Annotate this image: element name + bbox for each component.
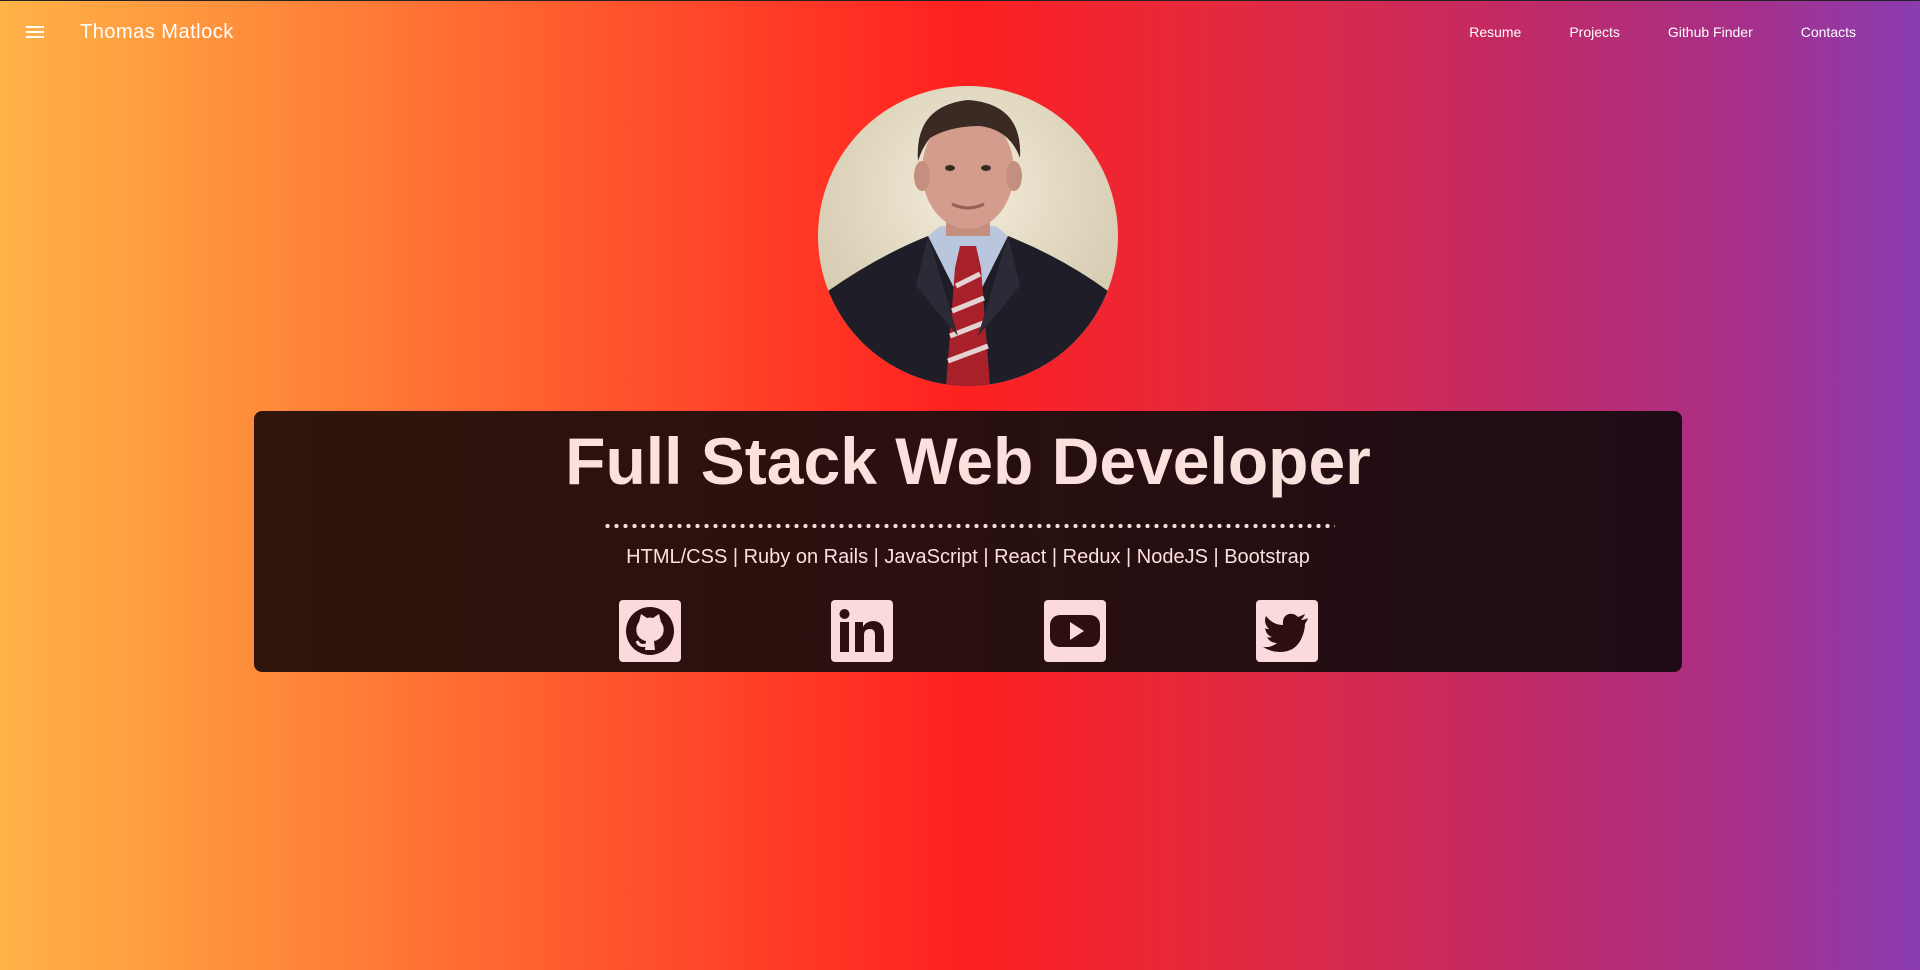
nav-links: Resume Projects Github Finder Contacts: [1421, 24, 1856, 40]
github-icon[interactable]: [619, 600, 681, 662]
linkedin-icon[interactable]: [831, 600, 893, 662]
navbar: Thomas Matlock Resume Projects Github Fi…: [0, 0, 1920, 66]
nav-link-resume[interactable]: Resume: [1469, 24, 1521, 40]
nav-link-projects[interactable]: Projects: [1569, 24, 1620, 40]
nav-link-contacts[interactable]: Contacts: [1801, 24, 1856, 40]
twitter-icon[interactable]: [1256, 600, 1318, 662]
dotted-divider: [603, 523, 1335, 529]
nav-link-github-finder[interactable]: Github Finder: [1668, 24, 1753, 40]
hero-card: Full Stack Web Developer HTML/CSS | Ruby…: [254, 411, 1682, 672]
hero-headline: Full Stack Web Developer: [565, 424, 1371, 498]
skills-list: HTML/CSS | Ruby on Rails | JavaScript | …: [626, 546, 1310, 568]
hamburger-menu-icon[interactable]: [24, 24, 46, 42]
profile-photo: [818, 86, 1118, 386]
brand-name[interactable]: Thomas Matlock: [80, 21, 234, 44]
social-links: [254, 600, 1682, 662]
youtube-icon[interactable]: [1044, 600, 1106, 662]
